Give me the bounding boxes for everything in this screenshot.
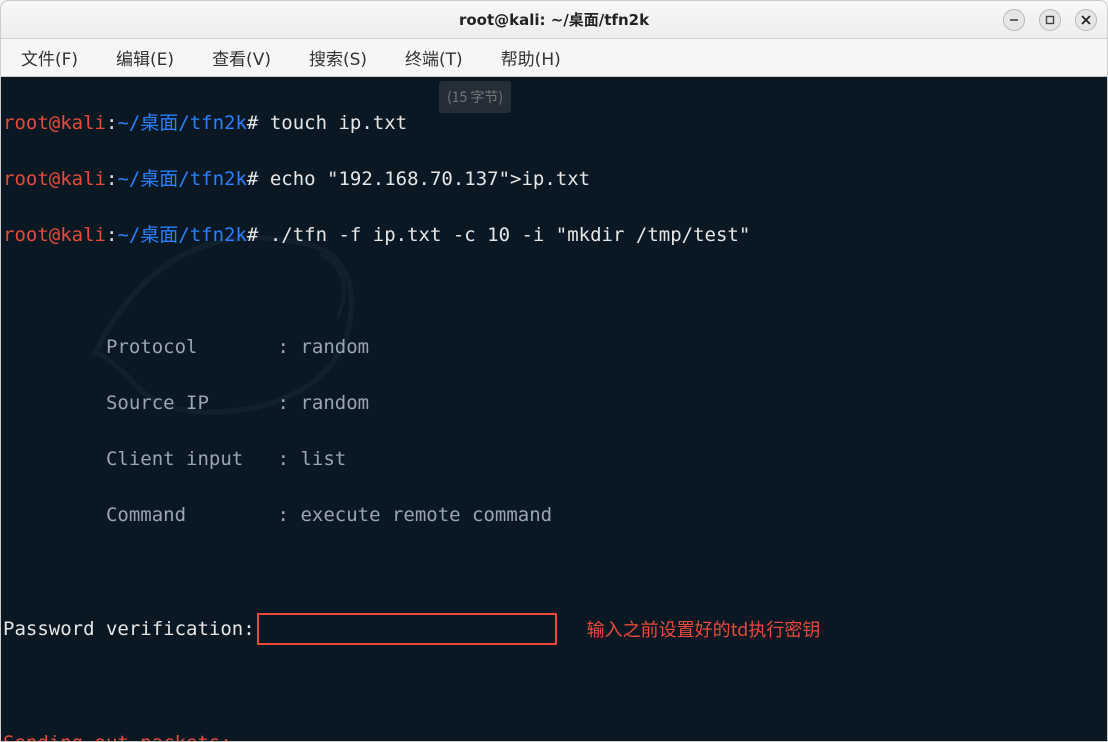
maximize-icon — [1045, 15, 1055, 25]
command-2: echo "192.168.70.137">ip.txt — [270, 168, 590, 190]
menu-search[interactable]: 搜索(S) — [303, 41, 373, 74]
maximize-button[interactable] — [1039, 9, 1061, 31]
prompt-path: ~/桌面/tfn2k — [117, 112, 247, 134]
close-button[interactable] — [1075, 9, 1097, 31]
window-controls — [1003, 9, 1097, 31]
output-row-protocol: Protocol : random — [3, 333, 1105, 361]
titlebar[interactable]: root@kali: ~/桌面/tfn2k — [1, 1, 1107, 39]
password-verification-line: Password verification: 输入之前设置好的td执行密钥 — [3, 613, 1105, 645]
command-3: ./tfn -f ip.txt -c 10 -i "mkdir /tmp/tes… — [270, 224, 750, 246]
output-row-sourceip: Source IP : random — [3, 389, 1105, 417]
command-1: touch ip.txt — [270, 112, 407, 134]
sending-line: Sending out packets: . — [3, 729, 1105, 741]
output-row-command: Command : execute remote command — [3, 501, 1105, 529]
menu-help[interactable]: 帮助(H) — [495, 41, 567, 74]
minimize-icon — [1009, 15, 1019, 25]
password-label: Password verification: — [3, 615, 255, 643]
output-row-client: Client input : list — [3, 445, 1105, 473]
menu-edit[interactable]: 编辑(E) — [110, 41, 180, 74]
menu-terminal[interactable]: 终端(T) — [399, 41, 469, 74]
annotation-text: 输入之前设置好的td执行密钥 — [587, 615, 821, 643]
password-input-highlight-box — [257, 613, 557, 645]
menu-view[interactable]: 查看(V) — [206, 41, 277, 74]
prompt-user: root@kali — [3, 112, 106, 134]
menu-file[interactable]: 文件(F) — [15, 41, 84, 74]
prompt-hash: # — [247, 112, 258, 134]
terminal-area[interactable]: (15 字节) root@kali:~/桌面/tfn2k# touch ip.t… — [1, 77, 1107, 741]
prompt-line-1: root@kali:~/桌面/tfn2k# touch ip.txt — [3, 109, 1105, 137]
prompt-line-3: root@kali:~/桌面/tfn2k# ./tfn -f ip.txt -c… — [3, 221, 1105, 249]
terminal-content: root@kali:~/桌面/tfn2k# touch ip.txt root@… — [3, 81, 1105, 741]
minimize-button[interactable] — [1003, 9, 1025, 31]
terminal-window: root@kali: ~/桌面/tfn2k 文件(F) 编辑(E) 查看(V) … — [0, 0, 1108, 742]
close-icon — [1081, 15, 1091, 25]
prompt-line-2: root@kali:~/桌面/tfn2k# echo "192.168.70.1… — [3, 165, 1105, 193]
window-title: root@kali: ~/桌面/tfn2k — [459, 9, 649, 30]
menubar: 文件(F) 编辑(E) 查看(V) 搜索(S) 终端(T) 帮助(H) — [1, 39, 1107, 77]
